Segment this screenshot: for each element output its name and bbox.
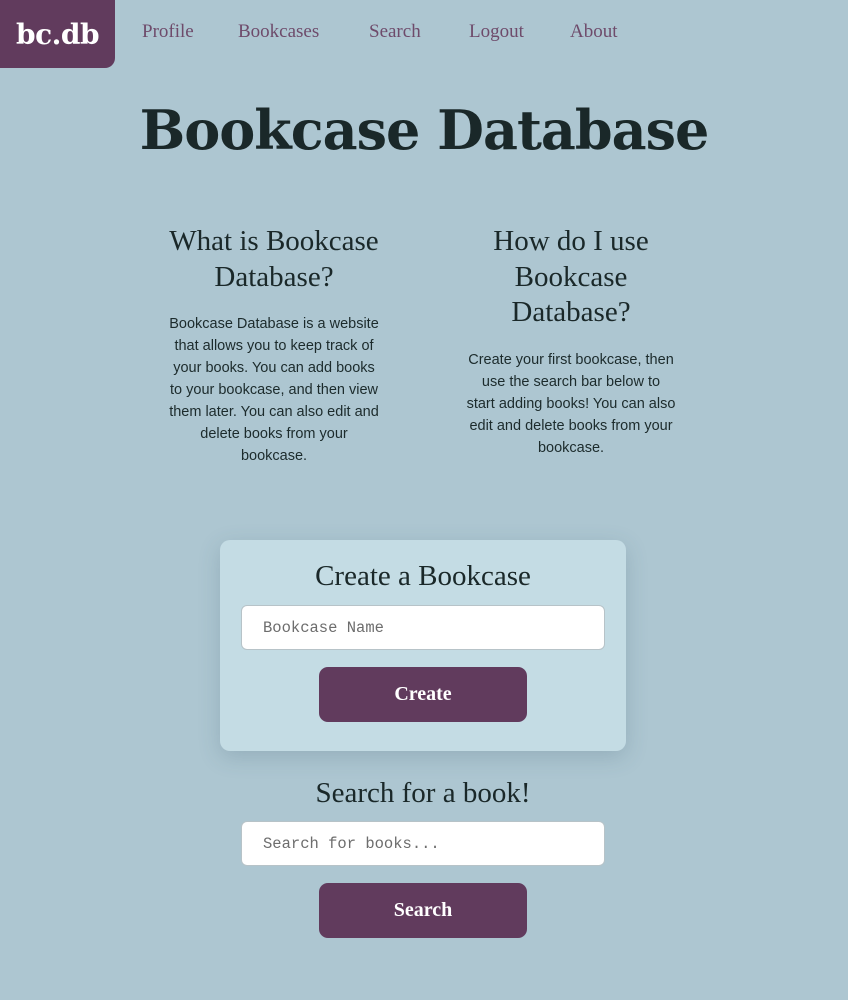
nav-link-bookcases[interactable]: Bookcases bbox=[238, 21, 319, 43]
nav-link-search[interactable]: Search bbox=[369, 21, 421, 43]
page-title: Bookcase Database bbox=[139, 98, 710, 162]
info-how-section: How do I use Bookcase Database? Create y… bbox=[460, 224, 682, 459]
search-books-input[interactable] bbox=[241, 821, 605, 866]
nav-link-profile[interactable]: Profile bbox=[142, 21, 194, 43]
info-how-text: Create your first bookcase, then use the… bbox=[466, 351, 676, 456]
top-nav: bc.db Profile Bookcases Search Logout Ab… bbox=[0, 0, 848, 68]
create-bookcase-heading: Create a Bookcase bbox=[315, 560, 531, 592]
create-bookcase-card: Create a Bookcase Create bbox=[220, 540, 626, 751]
bookcase-name-input[interactable] bbox=[241, 605, 605, 650]
info-what-text: Bookcase Database is a website that allo… bbox=[169, 316, 379, 464]
create-button[interactable]: Create bbox=[319, 667, 527, 722]
search-book-heading: Search for a book! bbox=[315, 777, 531, 809]
nav-link-about[interactable]: About bbox=[570, 21, 618, 43]
info-how-heading: How do I use Bookcase Database? bbox=[493, 225, 649, 328]
search-button[interactable]: Search bbox=[319, 883, 527, 938]
nav-link-logout[interactable]: Logout bbox=[469, 21, 524, 43]
info-what-section: What is Bookcase Database? Bookcase Data… bbox=[150, 224, 398, 467]
logo-home-link[interactable]: bc.db bbox=[0, 0, 115, 68]
search-book-section: Search for a book! Search bbox=[220, 760, 626, 950]
info-what-heading: What is Bookcase Database? bbox=[169, 225, 379, 293]
